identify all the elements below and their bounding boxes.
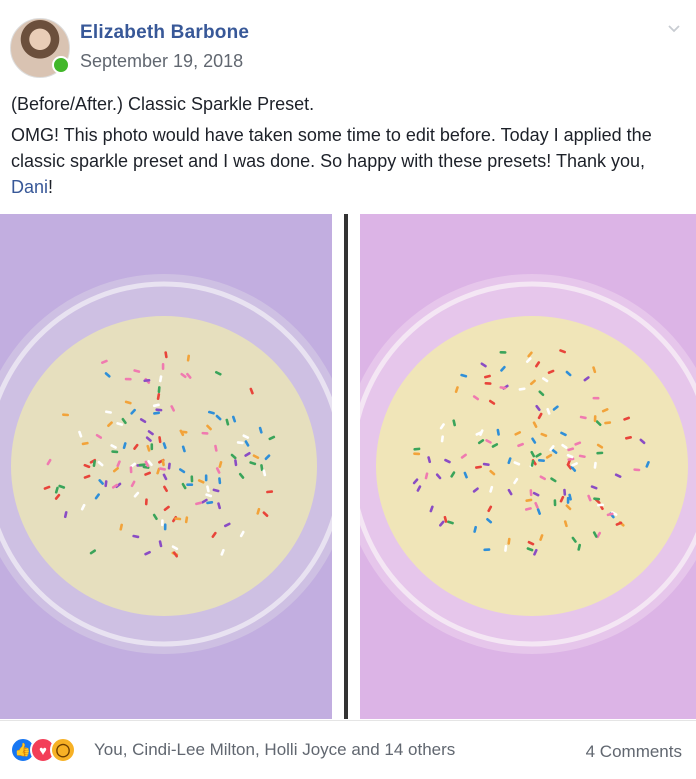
bowl-image [360, 274, 696, 654]
post-body-text: OMG! This photo would have taken some ti… [11, 125, 652, 171]
post-body: OMG! This photo would have taken some ti… [11, 122, 681, 200]
author-name[interactable]: Elizabeth Barbone [80, 22, 249, 44]
reaction-icons[interactable]: 👍 ♥ ◯ [10, 737, 90, 763]
wow-icon: ◯ [50, 737, 76, 763]
photo-divider [332, 214, 360, 719]
author-avatar[interactable] [10, 18, 70, 78]
mention-link[interactable]: Dani [11, 177, 48, 197]
post-title: (Before/After.) Classic Sparkle Preset. [11, 94, 315, 114]
facebook-post: Elizabeth Barbone September 19, 2018 (Be… [0, 0, 696, 778]
reactors-summary[interactable]: You, Cindi-Lee Milton, Holli Joyce and 1… [94, 740, 455, 760]
photo-grid [0, 214, 696, 719]
post-body-end: ! [48, 177, 54, 197]
comments-count[interactable]: 4 Comments [586, 742, 682, 762]
bowl-image [0, 274, 332, 654]
chevron-down-icon[interactable] [666, 20, 682, 36]
before-photo[interactable] [0, 214, 332, 719]
post-header: Elizabeth Barbone September 19, 2018 [0, 0, 696, 90]
online-status-icon [52, 56, 70, 74]
post-footer: 👍 ♥ ◯ You, Cindi-Lee Milton, Holli Joyce… [0, 720, 696, 779]
post-date[interactable]: September 19, 2018 [80, 51, 243, 72]
after-photo[interactable] [360, 214, 696, 719]
